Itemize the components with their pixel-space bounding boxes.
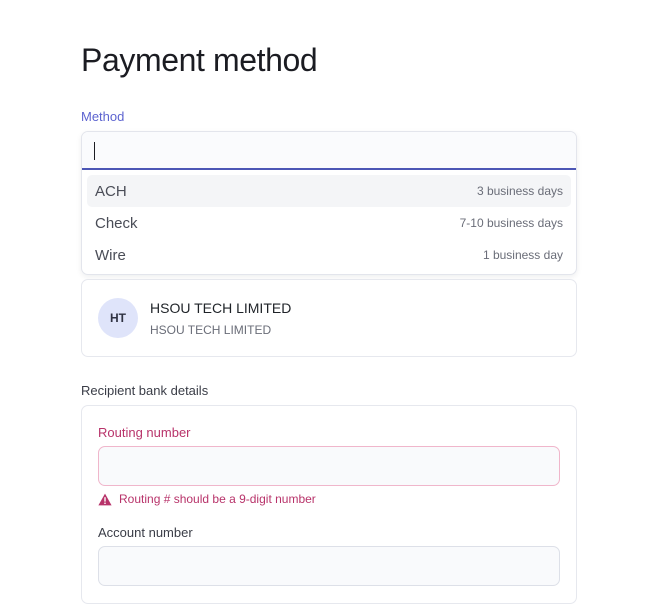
recipient-name: HSOU TECH LIMITED [150,300,292,316]
routing-error-message: Routing # should be a 9-digit number [98,492,316,506]
method-options-list: ACH 3 business days Check 7-10 business … [87,175,571,271]
page-title: Payment method [81,42,318,78]
option-label: Check [95,214,138,232]
method-combobox[interactable]: ACH 3 business days Check 7-10 business … [81,131,577,275]
routing-number-label: Routing number [98,425,191,440]
routing-error-text: Routing # should be a 9-digit number [119,492,316,506]
option-delivery-time: 3 business days [476,184,563,198]
account-number-label: Account number [98,525,193,540]
method-input[interactable] [82,132,576,168]
option-label: ACH [95,182,127,200]
method-option-wire[interactable]: Wire 1 business day [87,239,571,271]
bank-details-card: Routing number Routing # should be a 9-d… [81,405,577,604]
method-option-ach[interactable]: ACH 3 business days [87,175,571,207]
method-option-check[interactable]: Check 7-10 business days [87,207,571,239]
avatar: HT [98,298,138,338]
bank-details-heading: Recipient bank details [81,383,209,398]
method-input-wrapper[interactable] [82,132,576,170]
routing-number-input[interactable] [98,446,560,486]
recipient-subtitle: HSOU TECH LIMITED [150,323,272,337]
account-number-input[interactable] [98,546,560,586]
recipient-card: HT HSOU TECH LIMITED HSOU TECH LIMITED [81,279,577,357]
method-label: Method [81,109,125,124]
option-delivery-time: 7-10 business days [459,216,563,230]
option-label: Wire [95,246,126,264]
warning-triangle-icon [98,493,112,506]
option-delivery-time: 1 business day [482,248,563,262]
text-caret [94,142,95,160]
